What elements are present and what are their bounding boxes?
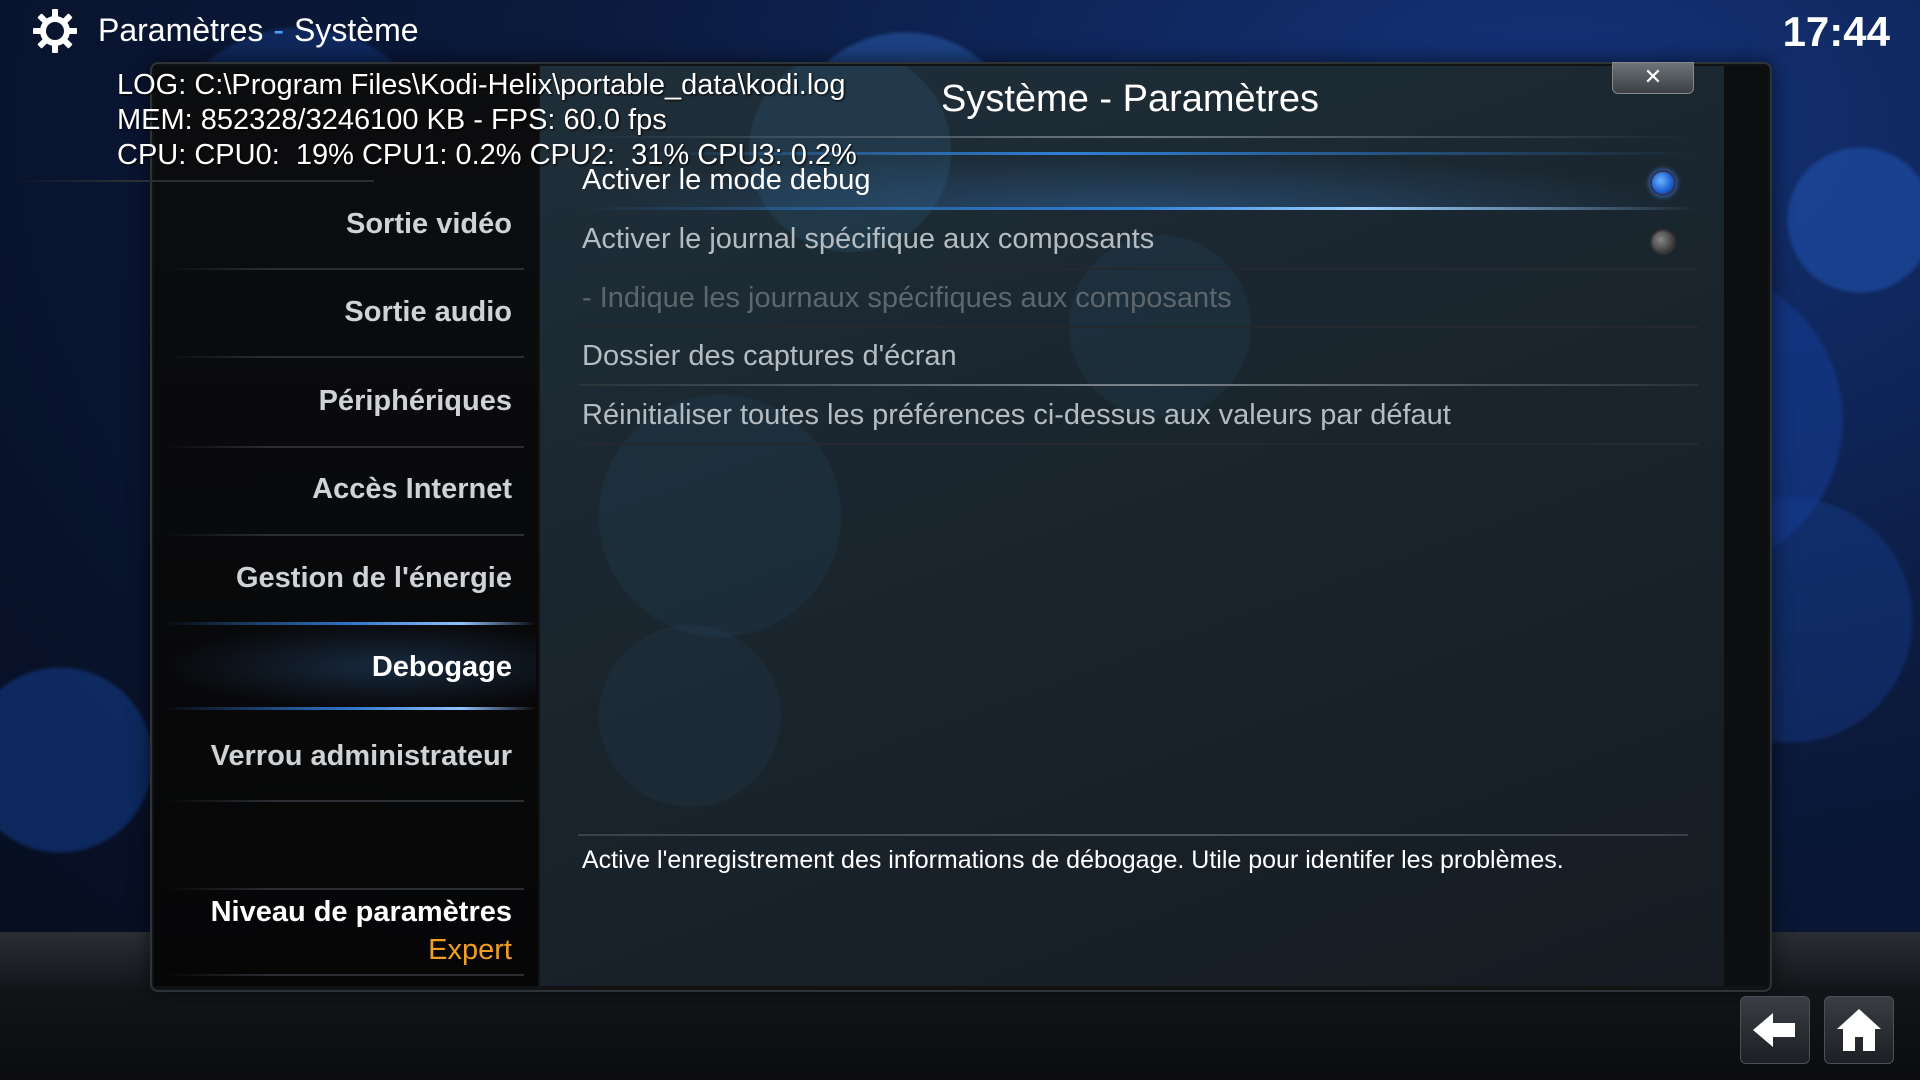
divider: [578, 384, 1698, 386]
radio-off-icon[interactable]: [1650, 229, 1676, 255]
debug-overlay: LOG: C:\Program Files\Kodi-Helix\portabl…: [117, 68, 857, 173]
breadcrumb-separator: -: [273, 12, 285, 48]
sidebar-item-sortie-audio[interactable]: Sortie audio: [152, 296, 512, 329]
setting-label: Dossier des captures d'écran: [582, 340, 957, 372]
sidebar-item-gestion-energie[interactable]: Gestion de l'énergie: [152, 562, 512, 595]
divider: [164, 888, 524, 890]
radio-on-icon[interactable]: [1650, 170, 1676, 196]
sidebar-item-sortie-video[interactable]: Sortie vidéo: [152, 208, 512, 241]
divider: [164, 800, 524, 802]
header: Paramètres - Système 17:44: [0, 0, 1920, 62]
sidebar-item-verrou-administrateur[interactable]: Verrou administrateur: [152, 740, 512, 773]
back-arrow-icon: [1753, 1013, 1795, 1047]
settings-level-label[interactable]: Niveau de paramètres: [152, 896, 512, 929]
breadcrumb-section: Paramètres: [98, 12, 264, 48]
close-icon: ✕: [1643, 64, 1663, 89]
gear-icon: [32, 8, 78, 54]
home-button[interactable]: [1824, 996, 1894, 1064]
setting-label: - Indique les journaux spécifiques aux c…: [582, 282, 1232, 314]
settings-level-value[interactable]: Expert: [152, 934, 512, 967]
setting-description: Active l'enregistrement des informations…: [582, 846, 1564, 874]
scrollbar-track[interactable]: [1724, 66, 1768, 986]
divider: [164, 534, 524, 536]
description-divider: [578, 834, 1688, 836]
sidebar: [154, 66, 538, 986]
divider: [14, 180, 374, 182]
setting-label: Activer le journal spécifique aux compos…: [582, 223, 1155, 255]
breadcrumb-subsection: Système: [294, 12, 419, 48]
clock: 17:44: [1782, 8, 1890, 55]
debug-cpu-usage: CPU: CPU0: 19% CPU1: 0.2% CPU2: 31% CPU3…: [117, 139, 857, 171]
setting-row-screenshot-folder[interactable]: Dossier des captures d'écran: [578, 328, 1698, 386]
sidebar-item-peripheriques[interactable]: Périphériques: [152, 385, 512, 418]
sidebar-item-debogage[interactable]: Debogage: [152, 651, 512, 684]
divider: [164, 446, 524, 448]
setting-row-reset-defaults[interactable]: Réinitialiser toutes les préférences ci-…: [578, 387, 1698, 445]
dialog-title: Système - Paramètres: [941, 78, 1319, 120]
setting-row-component-logging[interactable]: Activer le journal spécifique aux compos…: [578, 211, 1698, 269]
back-button[interactable]: [1740, 996, 1810, 1064]
divider: [164, 974, 524, 976]
breadcrumb: Paramètres - Système: [98, 12, 419, 49]
setting-label: Réinitialiser toutes les préférences ci-…: [582, 399, 1451, 431]
debug-memory-fps: MEM: 852328/3246100 KB - FPS: 60.0 fps: [117, 104, 667, 136]
debug-log-path: LOG: C:\Program Files\Kodi-Helix\portabl…: [117, 69, 846, 101]
divider: [578, 443, 1698, 445]
sidebar-item-acces-internet[interactable]: Accès Internet: [152, 473, 512, 506]
divider: [164, 268, 524, 270]
setting-row-component-logs: - Indique les journaux spécifiques aux c…: [578, 270, 1698, 328]
divider: [164, 356, 524, 358]
close-button[interactable]: ✕: [1612, 62, 1694, 94]
home-icon: [1837, 1009, 1881, 1051]
